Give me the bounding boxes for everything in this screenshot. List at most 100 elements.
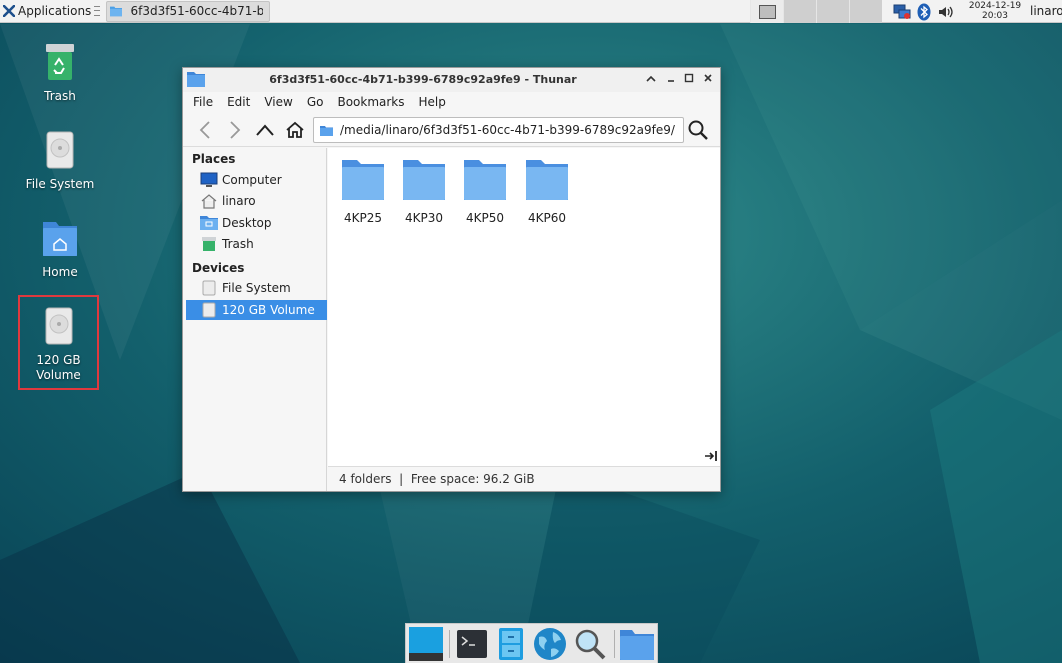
desktop-icon-label: Home	[42, 265, 78, 279]
menu-view[interactable]: View	[264, 95, 292, 109]
taskbar-window-button[interactable]: 6f3d3f51-60cc-4b71-b3...	[106, 0, 271, 22]
status-bar: 4 folders | Free space: 96.2 GiB	[328, 466, 720, 491]
applications-menu-button[interactable]: Applications	[0, 0, 104, 23]
drive-icon-graphic	[202, 302, 216, 318]
dock	[405, 623, 658, 663]
folder-item[interactable]: 4KP25	[334, 158, 392, 225]
status-text: 4 folders | Free space: 96.2 GiB	[339, 472, 535, 486]
workspace-2[interactable]	[783, 0, 816, 23]
volume-icon-graphic	[939, 6, 953, 17]
xfce-logo-icon	[3, 5, 15, 17]
menu-edit[interactable]: Edit	[227, 95, 250, 109]
menu-help[interactable]: Help	[419, 95, 446, 109]
location-path: /media/linaro/6f3d3f51-60cc-4b71-b399-67…	[340, 123, 675, 137]
user-menu[interactable]: linaro	[1030, 4, 1062, 18]
menu-bookmarks[interactable]: Bookmarks	[337, 95, 404, 109]
window-shade-button[interactable]	[644, 73, 658, 87]
desktop-icon	[200, 215, 218, 231]
sidebar-item-label: 120 GB Volume	[222, 303, 315, 317]
folder-label: 4KP50	[465, 211, 504, 225]
expand-sidebar-icon[interactable]	[704, 450, 718, 462]
system-tray	[893, 0, 959, 23]
chevron-up-icon	[646, 75, 656, 82]
home-button[interactable]	[283, 118, 307, 142]
window-title: 6f3d3f51-60cc-4b71-b399-6789c92a9fe9 - T…	[269, 73, 577, 86]
folder-icon	[620, 630, 654, 660]
window-titlebar[interactable]: 6f3d3f51-60cc-4b71-b399-6789c92a9fe9 - T…	[183, 68, 720, 92]
folder-icon	[110, 6, 123, 17]
maximize-icon	[684, 73, 694, 83]
network-icon[interactable]	[893, 3, 911, 21]
file-manager-launcher[interactable]	[493, 627, 529, 661]
folder-label: 4KP25	[343, 211, 382, 225]
folder-label: 4KP30	[404, 211, 443, 225]
web-browser-launcher[interactable]	[532, 627, 568, 661]
folder-icon	[464, 160, 506, 200]
search-button[interactable]	[686, 118, 710, 142]
desktop-icon-label: File System	[25, 177, 95, 191]
sidebar-item-label: Desktop	[222, 216, 272, 230]
desktop-icon-home[interactable]: Home	[20, 218, 100, 279]
desktop-icon-file-system[interactable]: File System	[20, 130, 100, 191]
menu-separator-icon	[94, 6, 101, 16]
folder-label: 4KP60	[527, 211, 566, 225]
window-minimize-button[interactable]	[664, 73, 678, 87]
taskbar-window-label: 6f3d3f51-60cc-4b71-b3...	[130, 4, 264, 18]
folder-icon	[526, 160, 568, 200]
trash-icon-graphic	[202, 237, 216, 251]
parent-folder-button[interactable]	[253, 118, 277, 142]
toolbar: /media/linaro/6f3d3f51-60cc-4b71-b399-67…	[183, 113, 720, 147]
workspace-switcher	[750, 0, 882, 23]
chevron-up-icon	[256, 124, 274, 136]
file-manager-icon	[499, 628, 523, 660]
workspace-1[interactable]	[750, 0, 783, 23]
desktop-icon-label: 120 GB Volume	[36, 353, 81, 382]
sidebar-item-label: Trash	[222, 237, 254, 251]
terminal-launcher[interactable]	[454, 627, 490, 661]
file-view[interactable]: 4KP25 4KP30 4KP50 4KP60	[328, 148, 720, 466]
chevron-right-icon	[230, 121, 241, 139]
app-finder-launcher[interactable]	[572, 627, 608, 661]
menu-go[interactable]: Go	[307, 95, 324, 109]
workspace-3[interactable]	[816, 0, 849, 23]
location-bar[interactable]: /media/linaro/6f3d3f51-60cc-4b71-b399-67…	[313, 117, 684, 143]
sidebar-item-linaro[interactable]: linaro	[186, 191, 327, 211]
drive-icon	[200, 280, 218, 296]
folder-item[interactable]: 4KP30	[395, 158, 453, 225]
folder-launcher[interactable]	[619, 627, 655, 661]
folder-icon	[187, 72, 205, 87]
workspace-window-preview	[758, 4, 776, 19]
back-button[interactable]	[193, 118, 217, 142]
menu-file[interactable]: File	[193, 95, 213, 109]
sidebar-item-desktop[interactable]: Desktop	[186, 213, 327, 233]
sidebar-item-trash[interactable]: Trash	[186, 234, 327, 254]
bluetooth-icon[interactable]	[915, 3, 933, 21]
sidebar-item-120gb-volume[interactable]: 120 GB Volume	[186, 300, 327, 320]
volume-icon[interactable]	[937, 3, 955, 21]
workspace-4[interactable]	[849, 0, 882, 23]
window-maximize-button[interactable]	[682, 73, 696, 87]
computer-icon-graphic	[200, 172, 218, 187]
forward-button[interactable]	[223, 118, 247, 142]
top-panel: Applications 6f3d3f51-60cc-4b71-b3...	[0, 0, 1062, 23]
web-browser-icon	[534, 628, 566, 660]
desktop-icon-120gb-volume[interactable]: 120 GB Volume	[18, 295, 99, 390]
home-icon	[286, 121, 304, 138]
terminal-icon	[457, 630, 487, 658]
folder-icon	[320, 125, 333, 136]
folder-item[interactable]: 4KP50	[456, 158, 514, 225]
drive-icon	[200, 302, 218, 318]
show-desktop-button[interactable]	[408, 627, 444, 661]
menu-bar: File Edit View Go Bookmarks Help	[183, 92, 720, 112]
folder-item[interactable]: 4KP60	[518, 158, 576, 225]
sidebar-item-computer[interactable]: Computer	[186, 170, 327, 190]
clock[interactable]: 2024-12-19 20:03	[966, 1, 1024, 21]
sidebar-item-label: linaro	[222, 194, 256, 208]
computer-icon	[200, 172, 218, 188]
thunar-window: 6f3d3f51-60cc-4b71-b399-6789c92a9fe9 - T…	[182, 67, 721, 492]
sidebar-item-file-system[interactable]: File System	[186, 278, 327, 298]
sidebar-item-label: File System	[222, 281, 291, 295]
window-close-button[interactable]	[701, 73, 715, 87]
desktop-icon-trash[interactable]: Trash	[20, 42, 100, 103]
close-icon	[704, 74, 712, 82]
